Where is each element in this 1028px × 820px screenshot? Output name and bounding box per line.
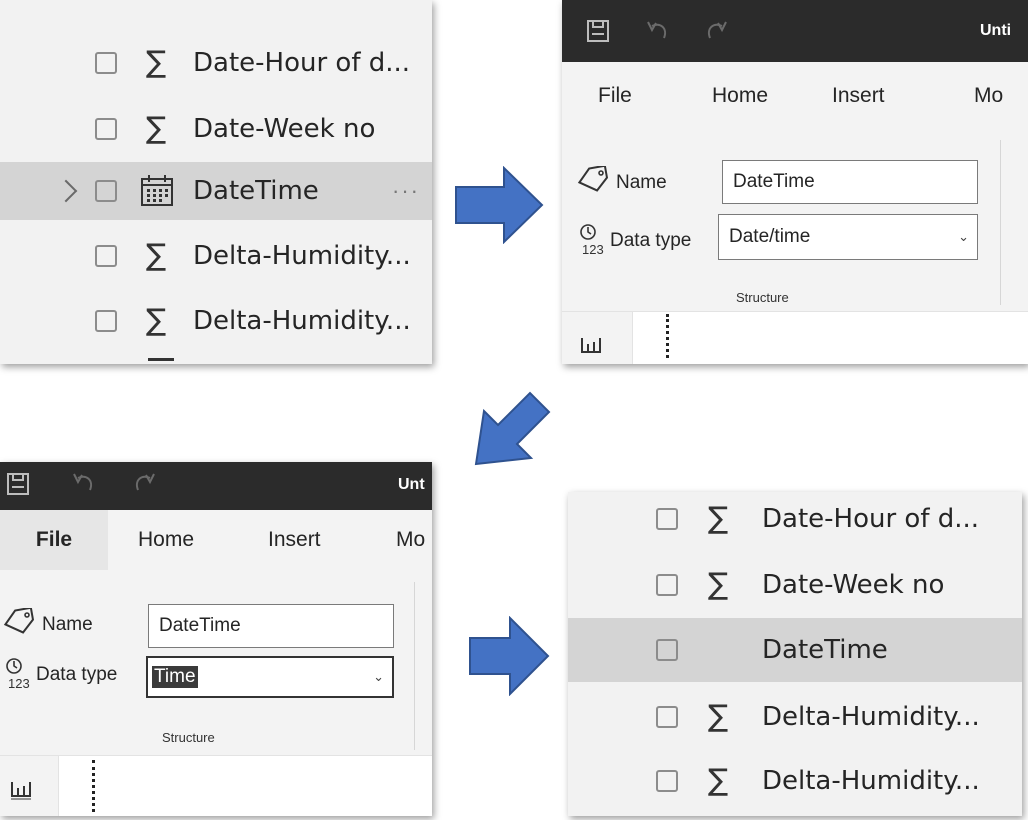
field-label: Delta-Humidity...	[193, 306, 411, 336]
ribbon-panel-after: Unt File Home Insert Mo Name DateTime 12…	[0, 462, 432, 816]
chevron-down-icon[interactable]: ⌄	[958, 229, 969, 245]
tab-home[interactable]: Home	[138, 528, 194, 552]
field-label: Date-Hour of d...	[193, 48, 411, 78]
field-row-datetime[interactable]: DateTime ···	[0, 162, 432, 220]
field-label: Date-Week no	[193, 114, 376, 144]
data-type-value: Date/time	[729, 226, 811, 247]
checkbox[interactable]	[656, 770, 678, 792]
report-view-icon[interactable]	[580, 334, 602, 359]
checkbox[interactable]	[95, 245, 117, 267]
tab-home[interactable]: Home	[712, 84, 768, 108]
data-type-label: Data type	[36, 664, 118, 685]
checkbox[interactable]	[95, 180, 117, 202]
arrow-down-left-icon	[474, 391, 551, 466]
field-label: Date-Week no	[762, 570, 945, 600]
sigma-icon: ∑	[146, 111, 167, 146]
sigma-icon: ∑	[708, 699, 729, 734]
name-label: Name	[42, 614, 93, 635]
fields-panel-after: ∑ Date-Hour of d... ∑ Date-Week no DateT…	[568, 492, 1022, 816]
checkbox[interactable]	[656, 639, 678, 661]
data-type-select[interactable]: Date/time ⌄	[718, 214, 978, 260]
name-value: DateTime	[733, 171, 815, 192]
field-row-delta-humidity[interactable]: ∑ Delta-Humidity...	[0, 227, 432, 285]
undo-icon[interactable]	[72, 472, 96, 499]
arrow-right-icon	[469, 616, 550, 696]
field-label: Delta-Humidity...	[762, 766, 980, 796]
canvas-divider	[666, 314, 669, 358]
sigma-icon: ∑	[708, 763, 729, 798]
group-divider	[1000, 140, 1001, 305]
tab-file[interactable]: File	[598, 84, 632, 108]
group-label-structure: Structure	[162, 730, 215, 745]
field-row-datetime[interactable]: DateTime	[568, 618, 1022, 682]
checkbox[interactable]	[656, 508, 678, 530]
checkbox[interactable]	[656, 706, 678, 728]
tab-insert[interactable]: Insert	[268, 528, 321, 552]
field-row-delta-humidity[interactable]: ∑ Delta-Humidity...	[568, 688, 1022, 746]
field-row-date-week[interactable]: ∑ Date-Week no	[0, 100, 432, 158]
tab-modeling[interactable]: Mo	[396, 528, 425, 552]
name-label: Name	[616, 172, 667, 193]
arrow-right-icon	[455, 166, 544, 244]
sigma-icon: ∑	[146, 45, 167, 80]
fields-panel-before: ∑ Date-Hour of d... ∑ Date-Week no DateT…	[0, 0, 432, 364]
svg-text:123: 123	[8, 676, 30, 690]
field-row-date-hour[interactable]: ∑ Date-Hour of d...	[568, 492, 1022, 548]
checkbox[interactable]	[656, 574, 678, 596]
undo-icon[interactable]	[646, 20, 670, 47]
checkbox[interactable]	[95, 118, 117, 140]
canvas-divider	[92, 760, 95, 812]
field-row-delta-humidity-2[interactable]: ∑ Delta-Humidity...	[0, 292, 432, 350]
tag-icon	[2, 606, 36, 639]
save-icon[interactable]	[586, 19, 610, 48]
chevron-down-icon[interactable]: ⌄	[373, 669, 384, 685]
sigma-icon: ∑	[146, 303, 167, 338]
sigma-icon: ∑	[708, 567, 729, 602]
field-row-date-week[interactable]: ∑ Date-Week no	[568, 556, 1022, 614]
title-bar: Unt	[0, 462, 432, 510]
more-options-icon[interactable]: ···	[392, 178, 420, 204]
calendar-icon	[139, 174, 175, 213]
group-divider	[414, 582, 415, 750]
redo-icon[interactable]	[704, 20, 728, 47]
report-view-icon[interactable]	[10, 778, 32, 805]
data-type-value: Time	[152, 666, 198, 688]
svg-text:123: 123	[582, 242, 604, 256]
data-type-label: Data type	[610, 230, 692, 251]
app-title: Unt	[398, 476, 425, 493]
tab-modeling[interactable]: Mo	[974, 84, 1003, 108]
data-type-icon: 123	[578, 222, 606, 261]
field-label: Delta-Humidity...	[762, 702, 980, 732]
report-canvas	[0, 755, 432, 816]
field-label: DateTime	[762, 635, 888, 665]
redo-icon[interactable]	[132, 472, 156, 499]
name-input[interactable]: DateTime	[722, 160, 978, 204]
name-value: DateTime	[159, 615, 241, 636]
chevron-right-icon[interactable]	[54, 179, 78, 203]
title-bar: Unti	[562, 0, 1028, 62]
field-row-delta-humidity-2[interactable]: ∑ Delta-Humidity...	[568, 752, 1022, 810]
tag-icon	[576, 164, 610, 197]
field-label: Date-Hour of d...	[762, 504, 980, 534]
name-input[interactable]: DateTime	[148, 604, 394, 648]
checkbox[interactable]	[95, 310, 117, 332]
save-icon[interactable]	[6, 472, 30, 501]
data-type-icon: 123	[4, 656, 32, 695]
field-label: DateTime	[193, 176, 319, 206]
app-title: Unti	[980, 22, 1012, 39]
partial-row-icon	[148, 358, 174, 361]
checkbox[interactable]	[95, 52, 117, 74]
sigma-icon: ∑	[146, 238, 167, 273]
tab-file[interactable]: File	[0, 510, 108, 570]
ribbon-panel-before: Unti File Home Insert Mo Name DateTime 1…	[562, 0, 1028, 364]
report-canvas	[562, 311, 1028, 364]
view-switcher	[562, 312, 633, 364]
field-label: Delta-Humidity...	[193, 241, 411, 271]
view-switcher	[0, 756, 59, 816]
field-row-date-hour[interactable]: ∑ Date-Hour of d...	[0, 34, 432, 92]
sigma-icon: ∑	[708, 501, 729, 536]
group-label-structure: Structure	[736, 290, 789, 305]
data-type-select[interactable]: Time ⌄	[146, 656, 394, 698]
tab-insert[interactable]: Insert	[832, 84, 885, 108]
